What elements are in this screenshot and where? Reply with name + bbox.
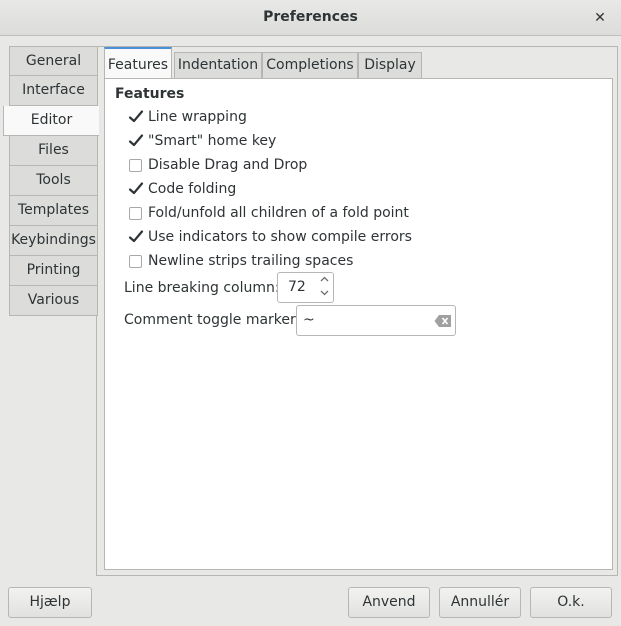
apply-button[interactable]: Anvend: [348, 587, 430, 618]
sidebar-tab-keybindings[interactable]: Keybindings: [9, 226, 98, 256]
close-icon[interactable]: ✕: [589, 7, 611, 29]
sidebar-tab-interface[interactable]: Interface: [9, 76, 98, 106]
sidebar-tab-general[interactable]: General: [9, 46, 98, 76]
sidebar-tabs: General Interface Editor Files Tools Tem…: [3, 46, 99, 316]
line-breaking-column-label: Line breaking column:: [124, 280, 280, 296]
option-label: Line wrapping: [148, 109, 247, 125]
option-label: Disable Drag and Drop: [148, 157, 308, 173]
help-button[interactable]: Hjælp: [8, 587, 92, 618]
comment-toggle-marker-label: Comment toggle marker:: [124, 312, 301, 328]
tab-completions[interactable]: Completions: [262, 52, 358, 78]
window-title: Preferences: [263, 9, 358, 25]
spin-up-icon[interactable]: [317, 274, 331, 287]
tab-display[interactable]: Display: [358, 52, 422, 78]
sidebar-tab-tools[interactable]: Tools: [9, 166, 98, 196]
sidebar-tab-templates[interactable]: Templates: [9, 196, 98, 226]
clear-entry-icon[interactable]: [434, 314, 452, 328]
tab-features[interactable]: Features: [104, 47, 172, 78]
option-label: Use indicators to show compile errors: [148, 229, 412, 245]
checkbox-unchecked-icon[interactable]: [129, 255, 142, 268]
checkbox-checked-icon[interactable]: [128, 182, 144, 196]
comment-toggle-marker-input[interactable]: ~: [296, 305, 456, 336]
option-label: Fold/unfold all children of a fold point: [148, 205, 409, 221]
entry-value: ~: [303, 312, 315, 328]
checkbox-unchecked-icon[interactable]: [129, 207, 142, 220]
sidebar-tab-various[interactable]: Various: [9, 286, 98, 316]
checkbox-checked-icon[interactable]: [128, 134, 144, 148]
spin-down-icon[interactable]: [317, 288, 331, 301]
sidebar-tab-editor[interactable]: Editor: [3, 106, 99, 136]
spinner-value: 72: [288, 279, 306, 295]
tab-indentation[interactable]: Indentation: [174, 52, 262, 78]
line-breaking-column-spinner[interactable]: 72: [277, 272, 334, 303]
option-label: Newline strips trailing spaces: [148, 253, 354, 269]
option-label: "Smart" home key: [148, 133, 277, 149]
sidebar-tab-files[interactable]: Files: [9, 136, 98, 166]
checkbox-checked-icon[interactable]: [128, 110, 144, 124]
sidebar-tab-printing[interactable]: Printing: [9, 256, 98, 286]
features-heading: Features: [115, 86, 185, 102]
cancel-button[interactable]: Annullér: [439, 587, 521, 618]
ok-button[interactable]: O.k.: [530, 587, 612, 618]
title-bar: Preferences ✕: [0, 0, 621, 36]
checkbox-checked-icon[interactable]: [128, 230, 144, 244]
checkbox-unchecked-icon[interactable]: [129, 159, 142, 172]
option-label: Code folding: [148, 181, 237, 197]
features-panel: Features Line wrapping "Smart" home key …: [104, 78, 613, 570]
